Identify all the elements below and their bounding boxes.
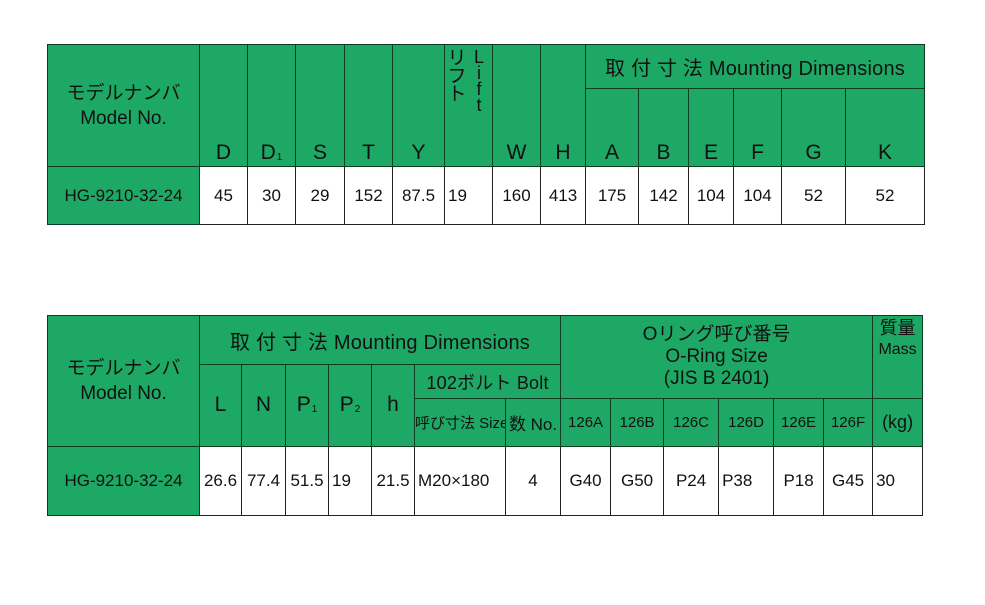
col-header-T: T: [344, 44, 393, 167]
cell-D: 45: [199, 166, 248, 225]
col-header-K: K: [844, 88, 926, 167]
cell-lift: 19: [444, 166, 493, 225]
col-header-h: h: [371, 364, 415, 447]
col-header-P1: P1: [285, 364, 329, 447]
cell-h: 21.5: [371, 446, 415, 516]
cell-P1: 51.5: [285, 446, 329, 516]
cell-P2: 19: [328, 446, 372, 516]
col-header-P2: P2: [328, 364, 372, 447]
col-header-E: E: [688, 88, 734, 167]
oring-header-en: O-Ring Size: [665, 346, 768, 367]
col-header-F: F: [733, 88, 782, 167]
table-row: HG-9210-32-24 26.6 77.4 51.5 19 21.5 M20…: [47, 446, 924, 516]
cell-mass: 30: [872, 446, 924, 516]
cell-K: 52: [844, 166, 926, 225]
col-header-D: D: [199, 44, 248, 167]
model-number-header-jp: モデルナンバ: [66, 358, 181, 379]
oring-header-jis: (JIS B 2401): [663, 368, 770, 389]
mass-header-en: Mass: [878, 341, 917, 358]
bolt-size-header: 呼び寸法 Size: [414, 398, 506, 447]
model-number-header-en: Model No.: [80, 107, 167, 129]
dimensions-table-2: モデルナンバ Model No. 取 付 寸 法 Mounting Dimens…: [47, 315, 924, 516]
model-number-header-en: Model No.: [80, 383, 167, 404]
col-header-B: B: [638, 88, 689, 167]
cell-G: 52: [781, 166, 846, 225]
model-number-value: HG-9210-32-24: [47, 166, 200, 225]
cell-D1: 30: [247, 166, 296, 225]
model-number-header-jp: モデルナンバ: [66, 82, 181, 104]
col-header-A: A: [585, 88, 639, 167]
cell-B: 142: [638, 166, 689, 225]
lift-label-en: Lift: [473, 47, 484, 115]
cell-L: 26.6: [199, 446, 242, 516]
cell-H: 413: [540, 166, 586, 225]
col-header-N: N: [241, 364, 286, 447]
col-header-126E: 126E: [773, 398, 825, 447]
cell-126F: G45: [823, 446, 874, 516]
col-header-W: W: [492, 44, 541, 167]
col-header-126B: 126B: [610, 398, 665, 447]
oring-header-jp: Oリング呼び番号: [642, 324, 791, 345]
cell-126A: G40: [560, 446, 612, 516]
cell-bolt-size: M20×180: [414, 446, 506, 516]
mass-unit-header: (kg): [872, 398, 924, 447]
cell-Y: 87.5: [392, 166, 445, 225]
cell-N: 77.4: [241, 446, 286, 516]
mass-header-jp: 質量: [879, 318, 916, 338]
mounting-dimensions-header: 取 付 寸 法 Mounting Dimensions: [584, 44, 926, 89]
model-number-value: HG-9210-32-24: [47, 446, 200, 516]
cell-126C: P24: [663, 446, 720, 516]
cell-S: 29: [295, 166, 345, 225]
col-header-126A: 126A: [560, 398, 612, 447]
mass-header: 質量 Mass: [872, 315, 924, 399]
table-row: HG-9210-32-24 45 30 29 152 87.5 19 160 4…: [47, 166, 926, 225]
bolt-header: 102ボルト Bolt: [413, 364, 562, 399]
lift-label-jp: リフト: [447, 48, 467, 105]
cell-A: 175: [585, 166, 639, 225]
col-header-G: G: [781, 88, 846, 167]
cell-E: 104: [688, 166, 734, 225]
col-header-H: H: [540, 44, 586, 167]
model-number-header: モデルナンバ Model No.: [47, 315, 200, 447]
cell-F: 104: [733, 166, 782, 225]
model-number-header: モデルナンバ Model No.: [47, 44, 200, 167]
col-header-lift: リフト Lift: [444, 44, 493, 167]
cell-bolt-count: 4: [504, 446, 562, 516]
mounting-dimensions-header: 取 付 寸 法 Mounting Dimensions: [198, 315, 562, 365]
cell-126E: P18: [773, 446, 825, 516]
col-header-L: L: [199, 364, 242, 447]
cell-T: 152: [344, 166, 393, 225]
col-header-D1: D1: [247, 44, 296, 167]
col-header-Y: Y: [392, 44, 445, 167]
col-header-126F: 126F: [823, 398, 874, 447]
cell-126B: G50: [610, 446, 665, 516]
col-header-126C: 126C: [663, 398, 720, 447]
oring-size-header: Oリング呼び番号 O-Ring Size (JIS B 2401): [560, 315, 874, 399]
cell-126D: P38: [718, 446, 775, 516]
dimensions-table-1: モデルナンバ Model No. D D1 S T Y リフト Lift W H…: [47, 44, 926, 225]
col-header-126D: 126D: [718, 398, 775, 447]
cell-W: 160: [492, 166, 541, 225]
col-header-S: S: [295, 44, 345, 167]
bolt-count-header: 数 No.: [504, 398, 562, 447]
